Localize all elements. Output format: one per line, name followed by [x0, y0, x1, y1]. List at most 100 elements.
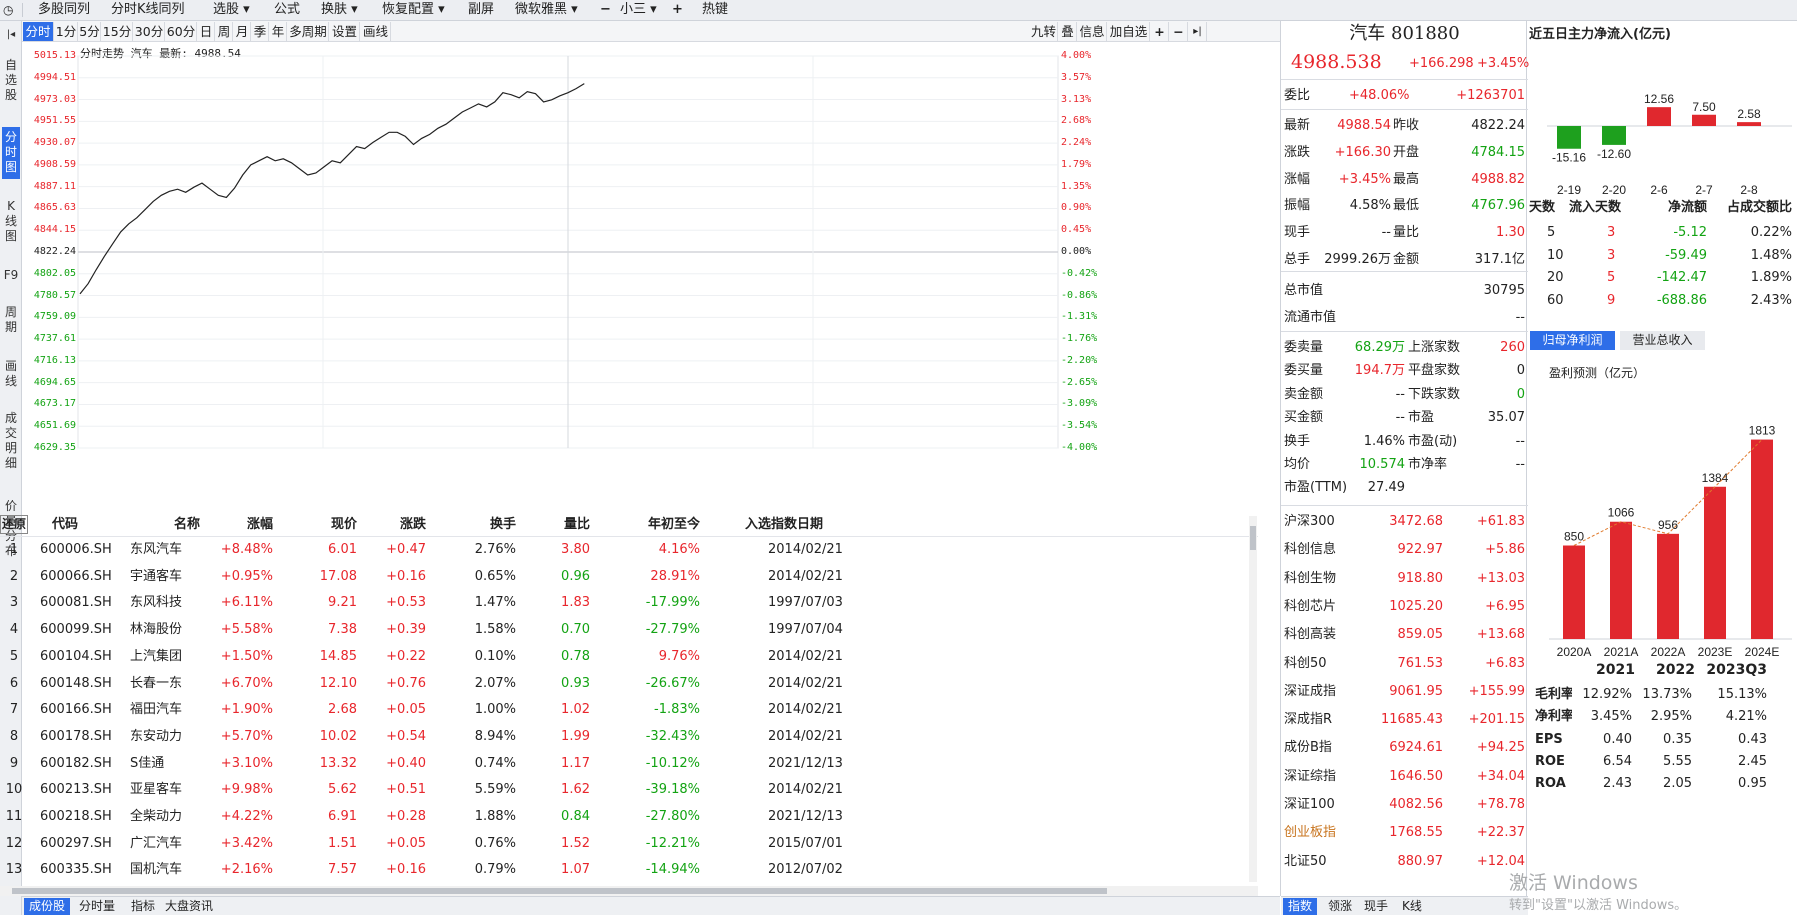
tab-5min[interactable]: 5分: [79, 22, 101, 41]
tab-15min[interactable]: 15分: [102, 22, 133, 41]
index-row[interactable]: 科创高装 859.05 +13.68: [1281, 623, 1528, 647]
jump-end-button[interactable]: ▸|: [1189, 22, 1207, 41]
tab-week[interactable]: 周: [216, 22, 233, 41]
table-row[interactable]: 3 600081.SH 东风科技 +6.11% 9.21 +0.53 1.47% 1.83 -1…: [0, 590, 1258, 617]
index-row[interactable]: 科创芯片 1025.20 +6.95: [1281, 595, 1528, 619]
index-row[interactable]: 成份B指 6924.61 +94.25: [1281, 736, 1528, 760]
tab-indicators[interactable]: 指标: [126, 898, 160, 915]
tab-period[interactable]: 周期: [2, 305, 20, 335]
font-increase-button[interactable]: +: [672, 0, 683, 20]
scroll-thumb[interactable]: [1250, 526, 1256, 550]
hscroll-thumb[interactable]: [12, 888, 1107, 894]
col-pct[interactable]: 涨幅: [220, 513, 273, 537]
second-screen-button[interactable]: 副屏: [468, 0, 494, 20]
table-row[interactable]: 13 600335.SH 国机汽车 +2.16% 7.57 +0.16 0.79% 1.07 -…: [0, 857, 1258, 884]
index-row[interactable]: 深证100 4082.56 +78.78: [1281, 793, 1528, 817]
col-volume-ratio[interactable]: 量比: [545, 513, 590, 537]
zoom-in-button[interactable]: +: [1151, 22, 1169, 41]
tab-intraday[interactable]: 分时: [23, 22, 54, 41]
table-row[interactable]: 5 600104.SH 上汽集团 +1.50% 14.85 +0.22 0.10% 0.78 9…: [0, 644, 1258, 671]
tab-ticks[interactable]: 现手: [1359, 898, 1393, 915]
formula-button[interactable]: 公式: [274, 0, 300, 20]
index-row[interactable]: 沪深300 3472.68 +61.83: [1281, 510, 1528, 534]
price-tick: 4694.65: [33, 376, 76, 388]
tab-1min[interactable]: 1分: [55, 22, 78, 41]
tab-day[interactable]: 日: [198, 22, 215, 41]
zoom-out-button[interactable]: −: [1170, 22, 1188, 41]
col-code[interactable]: 代码: [52, 513, 78, 537]
tab-trade-detail[interactable]: 成交明细: [2, 411, 20, 471]
price: 17.08: [319, 568, 357, 584]
index-date: 2021/12/13: [768, 809, 843, 824]
index-row[interactable]: 科创50 761.53 +6.83: [1281, 652, 1528, 676]
tab-f9[interactable]: F9: [2, 268, 20, 283]
stock-picker-menu[interactable]: 选股 ▾: [213, 0, 250, 20]
index-row[interactable]: 科创生物 918.80 +13.03: [1281, 567, 1528, 591]
tab-30min[interactable]: 30分: [134, 22, 165, 41]
tab-kline-mini[interactable]: K线: [1397, 898, 1427, 915]
table-row[interactable]: 11 600218.SH 全柴动力 +4.22% 6.91 +0.28 1.88% 0.84 -…: [0, 804, 1258, 831]
tab-drawing[interactable]: 画线: [2, 359, 20, 389]
tab-index[interactable]: 指数: [1283, 898, 1318, 915]
tab-watchlist[interactable]: 自选股: [2, 58, 20, 103]
index-row[interactable]: 深成指R 11685.43 +201.15: [1281, 708, 1528, 732]
index-row[interactable]: 创业板指 1768.55 +22.37: [1281, 821, 1528, 845]
font-decrease-button[interactable]: −: [600, 0, 611, 20]
settings-button[interactable]: 设置: [330, 22, 360, 41]
tab-60min[interactable]: 60分: [166, 22, 197, 41]
add-watchlist-button[interactable]: 加自选: [1108, 22, 1150, 41]
font-size-select[interactable]: 小三 ▾: [620, 0, 657, 20]
col-change[interactable]: 涨跌: [380, 513, 426, 537]
table-row[interactable]: 7 600166.SH 福田汽车 +1.90% 2.68 +0.05 1.00% 1.02 -1…: [0, 697, 1258, 724]
info-button[interactable]: 信息: [1078, 22, 1107, 41]
font-family-select[interactable]: 微软雅黑 ▾: [515, 0, 578, 20]
tab-market-news[interactable]: 大盘资讯: [160, 898, 218, 915]
restore-button[interactable]: 还原: [0, 515, 28, 534]
stock-name: 东安动力: [130, 728, 183, 744]
tab-minute-volume[interactable]: 分时量: [74, 898, 120, 915]
field-value: 10.574: [1359, 457, 1406, 472]
intraday-chart[interactable]: 分时走势 汽车 最新: 4988.54 5015.13 4994.51 4973.0…: [22, 42, 1280, 513]
table-row[interactable]: 10 600213.SH 亚星客车 +9.98% 5.62 +0.51 5.59% 1.62 -…: [0, 777, 1258, 804]
restore-config-menu[interactable]: 恢复配置 ▾: [382, 0, 445, 20]
field-value: 4988.82: [1471, 171, 1525, 187]
vertical-scrollbar[interactable]: [1249, 516, 1257, 882]
skin-menu[interactable]: 换肤 ▾: [321, 0, 358, 20]
tab-year[interactable]: 年: [270, 22, 287, 41]
tab-month[interactable]: 月: [234, 22, 251, 41]
table-row[interactable]: 12 600297.SH 广汇汽车 +3.42% 1.51 +0.05 0.76% 1.52 -…: [0, 831, 1258, 858]
timeline-kline-button[interactable]: 分时K线同列: [111, 0, 185, 20]
table-row[interactable]: 4 600099.SH 林海股份 +5.58% 7.38 +0.39 1.58% 0.70 -2…: [0, 617, 1258, 644]
col-ytd[interactable]: 年初至今: [620, 513, 700, 537]
change-pct: +5.58%: [220, 622, 273, 638]
hotkey-button[interactable]: 热键: [702, 0, 728, 20]
col-index-date[interactable]: 入选指数日期: [745, 513, 823, 537]
table-row[interactable]: 9 600182.SH S佳通 +3.10% 13.32 +0.40 0.74% 1.17 -1…: [0, 751, 1258, 778]
col-turnover[interactable]: 换手: [470, 513, 516, 537]
table-row[interactable]: 6 600148.SH 长春一东 +6.70% 12.10 +0.76 2.07% 0.93 -…: [0, 671, 1258, 698]
col-price[interactable]: 现价: [303, 513, 357, 537]
tab-timeline[interactable]: 分时图: [2, 127, 20, 179]
draw-line-button[interactable]: 画线: [361, 22, 391, 41]
tab-multi-period[interactable]: 多周期: [288, 22, 329, 41]
table-row[interactable]: 8 600178.SH 东安动力 +5.70% 10.02 +0.54 8.94% 1.99 -…: [0, 724, 1258, 751]
tab-constituents[interactable]: 成份股: [24, 898, 71, 915]
tab-kline[interactable]: K线图: [2, 199, 20, 244]
table-row[interactable]: 2 600066.SH 宇通客车 +0.95% 17.08 +0.16 0.65% 0.96 2…: [0, 564, 1258, 591]
index-row[interactable]: 科创信息 922.97 +5.86: [1281, 538, 1528, 562]
collapse-icon[interactable]: |◂: [2, 27, 20, 42]
tab-revenue[interactable]: 营业总收入: [1620, 331, 1705, 350]
tab-leaders[interactable]: 领涨: [1323, 898, 1357, 915]
overlay-button[interactable]: 叠: [1059, 22, 1077, 41]
index-row[interactable]: 深证成指 9061.95 +155.99: [1281, 680, 1528, 704]
multi-stock-button[interactable]: 多股同列: [38, 0, 90, 20]
horizontal-scrollbar[interactable]: [0, 886, 1258, 896]
tab-net-profit[interactable]: 归母净利润: [1530, 331, 1615, 350]
index-row[interactable]: 深证综指 1646.50 +34.04: [1281, 765, 1528, 789]
clock-icon[interactable]: ◷: [3, 0, 13, 20]
col-name[interactable]: 名称: [154, 513, 200, 537]
nine-turn-button[interactable]: 九转: [1030, 22, 1058, 41]
tab-quarter[interactable]: 季: [252, 22, 269, 41]
index-row[interactable]: 北证50 880.97 +12.04: [1281, 850, 1528, 874]
table-row[interactable]: 1 600006.SH 东风汽车 +8.48% 6.01 +0.47 2.76% 3.80 4.…: [0, 537, 1258, 564]
